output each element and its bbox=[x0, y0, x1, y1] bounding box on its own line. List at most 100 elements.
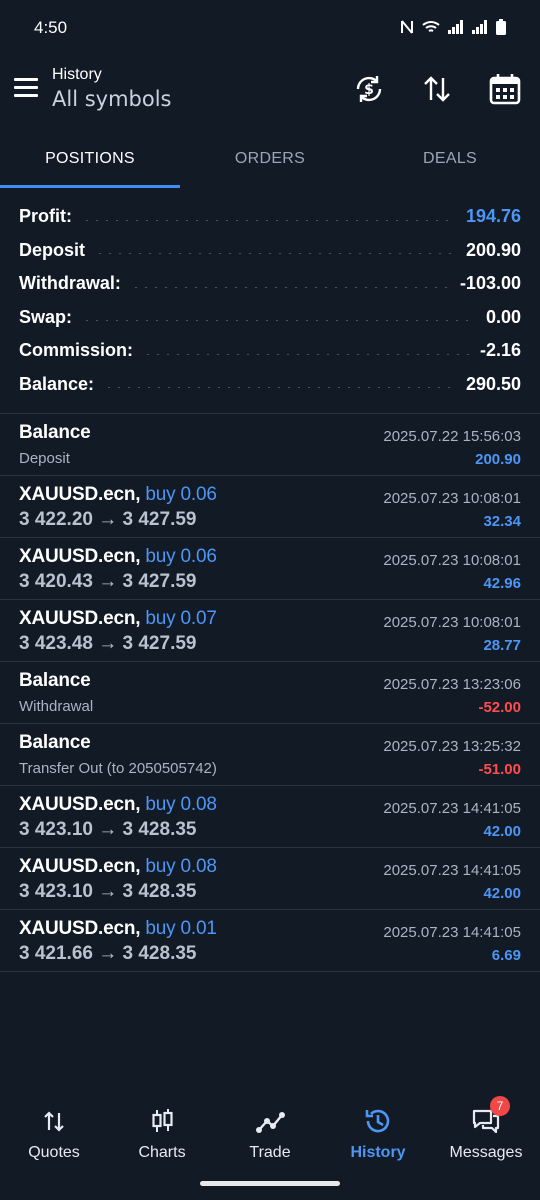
item-time: 2025.07.23 14:41:05 bbox=[383, 800, 521, 817]
item-prices: 3 423.10 → 3 428.35 bbox=[19, 881, 197, 902]
item-prices: 3 423.48 → 3 427.59 bbox=[19, 633, 197, 654]
history-list: Balance Deposit 2025.07.22 15:56:03 200.… bbox=[0, 414, 540, 972]
svg-text:$: $ bbox=[364, 82, 374, 98]
nav-charts[interactable]: Charts bbox=[108, 1092, 216, 1172]
item-amount: 32.34 bbox=[483, 513, 521, 530]
symbol-filter[interactable]: All symbols bbox=[52, 87, 172, 111]
list-item[interactable]: XAUUSD.ecn, buy 0.07 3 423.48 → 3 427.59… bbox=[0, 600, 540, 662]
item-side: buy 0.06 bbox=[145, 484, 217, 505]
commission-label: Commission: bbox=[19, 340, 134, 361]
item-time: 2025.07.22 15:56:03 bbox=[383, 428, 521, 445]
nav-history[interactable]: History bbox=[324, 1092, 432, 1172]
header-titles[interactable]: History All symbols bbox=[52, 66, 172, 111]
commission-value: -2.16 bbox=[479, 340, 521, 361]
history-clock-icon bbox=[365, 1109, 390, 1133]
calendar-icon[interactable] bbox=[488, 72, 522, 106]
item-side: buy 0.07 bbox=[145, 608, 217, 629]
item-title: XAUUSD.ecn, buy 0.06 bbox=[19, 484, 217, 505]
page-title: History bbox=[52, 66, 102, 83]
deposit-label: Deposit bbox=[19, 239, 86, 260]
item-time: 2025.07.23 13:25:32 bbox=[383, 738, 521, 755]
dotted-leader bbox=[82, 218, 456, 221]
item-amount: 42.00 bbox=[483, 823, 521, 840]
item-title: XAUUSD.ecn, buy 0.06 bbox=[19, 546, 217, 567]
item-amount: 6.69 bbox=[491, 947, 521, 964]
item-title: Balance bbox=[19, 670, 91, 691]
item-amount: 28.77 bbox=[483, 637, 521, 654]
item-amount: -52.00 bbox=[478, 699, 521, 716]
wifi-icon bbox=[422, 20, 440, 37]
status-bar: 4:50 bbox=[0, 0, 540, 56]
item-prices: 3 420.43 → 3 427.59 bbox=[19, 571, 197, 592]
summary-row-profit: Profit: 194.76 bbox=[0, 200, 540, 234]
list-item[interactable]: Balance Withdrawal 2025.07.23 13:23:06 -… bbox=[0, 662, 540, 724]
item-subtitle: Withdrawal bbox=[19, 698, 94, 715]
item-amount: 42.96 bbox=[483, 575, 521, 592]
dotted-leader bbox=[143, 352, 470, 355]
nav-trade[interactable]: Trade bbox=[216, 1092, 324, 1172]
balance-label: Balance: bbox=[19, 373, 95, 394]
item-prices: 3 421.66 → 3 428.35 bbox=[19, 943, 197, 964]
tab-positions[interactable]: POSITIONS bbox=[0, 130, 180, 188]
quotes-icon bbox=[44, 1111, 64, 1132]
nav-quotes[interactable]: Quotes bbox=[0, 1092, 108, 1172]
dotted-leader bbox=[104, 386, 456, 389]
summary-row-withdrawal: Withdrawal: -103.00 bbox=[0, 267, 540, 301]
app-header: History All symbols $ bbox=[0, 60, 540, 120]
list-item[interactable]: XAUUSD.ecn, buy 0.08 3 423.10 → 3 428.35… bbox=[0, 848, 540, 910]
tab-orders[interactable]: ORDERS bbox=[180, 130, 360, 188]
home-indicator[interactable] bbox=[200, 1181, 340, 1186]
withdrawal-label: Withdrawal: bbox=[19, 273, 121, 294]
sort-icon[interactable] bbox=[420, 72, 454, 106]
item-prices: 3 423.10 → 3 428.35 bbox=[19, 819, 197, 840]
tab-deals[interactable]: DEALS bbox=[360, 130, 540, 188]
list-item[interactable]: XAUUSD.ecn, buy 0.06 3 422.20 → 3 427.59… bbox=[0, 476, 540, 538]
dotted-leader bbox=[95, 252, 456, 255]
swap-value: 0.00 bbox=[485, 306, 521, 327]
item-time: 2025.07.23 14:41:05 bbox=[383, 862, 521, 879]
item-time: 2025.07.23 10:08:01 bbox=[383, 490, 521, 507]
item-amount: 200.90 bbox=[475, 451, 521, 468]
item-title: XAUUSD.ecn, buy 0.01 bbox=[19, 918, 217, 939]
item-title: XAUUSD.ecn, buy 0.07 bbox=[19, 608, 217, 629]
signal-icon-2 bbox=[472, 19, 488, 37]
messages-badge: 7 bbox=[490, 1096, 510, 1116]
list-item[interactable]: XAUUSD.ecn, buy 0.06 3 420.43 → 3 427.59… bbox=[0, 538, 540, 600]
balance-value: 290.50 bbox=[465, 373, 521, 394]
currency-exchange-icon[interactable]: $ bbox=[352, 72, 386, 106]
item-side: buy 0.08 bbox=[145, 794, 217, 815]
nav-label: Messages bbox=[449, 1144, 523, 1161]
history-tabs: POSITIONS ORDERS DEALS bbox=[0, 130, 540, 188]
item-side: buy 0.01 bbox=[145, 918, 217, 939]
nav-label: Quotes bbox=[28, 1144, 80, 1161]
item-time: 2025.07.23 10:08:01 bbox=[383, 614, 521, 631]
item-side: buy 0.08 bbox=[145, 856, 217, 877]
battery-icon bbox=[496, 18, 506, 38]
item-prices: 3 422.20 → 3 427.59 bbox=[19, 509, 197, 530]
nav-label: Trade bbox=[249, 1144, 291, 1161]
candlestick-chart-icon bbox=[152, 1109, 173, 1132]
trade-line-icon bbox=[256, 1112, 285, 1133]
list-item[interactable]: Balance Deposit 2025.07.22 15:56:03 200.… bbox=[0, 414, 540, 476]
summary-row-swap: Swap: 0.00 bbox=[0, 301, 540, 335]
bottom-nav: Quotes Charts Trade History Messages 7 bbox=[0, 1092, 540, 1172]
item-side: buy 0.06 bbox=[145, 546, 217, 567]
item-title: XAUUSD.ecn, buy 0.08 bbox=[19, 856, 217, 877]
list-item[interactable]: Balance Transfer Out (to 2050505742) 202… bbox=[0, 724, 540, 786]
list-item[interactable]: XAUUSD.ecn, buy 0.08 3 423.10 → 3 428.35… bbox=[0, 786, 540, 848]
list-item[interactable]: XAUUSD.ecn, buy 0.01 3 421.66 → 3 428.35… bbox=[0, 910, 540, 972]
item-subtitle: Transfer Out (to 2050505742) bbox=[19, 760, 217, 777]
item-amount: 42.00 bbox=[483, 885, 521, 902]
profit-value: 194.76 bbox=[465, 206, 521, 227]
nav-label: Charts bbox=[138, 1144, 186, 1161]
nav-label: History bbox=[350, 1144, 406, 1161]
deposit-value: 200.90 bbox=[465, 239, 521, 260]
nav-messages[interactable]: Messages 7 bbox=[432, 1092, 540, 1172]
item-time: 2025.07.23 14:41:05 bbox=[383, 924, 521, 941]
item-title: Balance bbox=[19, 732, 91, 753]
summary-row-commission: Commission: -2.16 bbox=[0, 334, 540, 368]
menu-icon[interactable] bbox=[14, 78, 38, 98]
swap-label: Swap: bbox=[19, 306, 73, 327]
item-subtitle: Deposit bbox=[19, 450, 70, 467]
status-time: 4:50 bbox=[34, 18, 68, 37]
